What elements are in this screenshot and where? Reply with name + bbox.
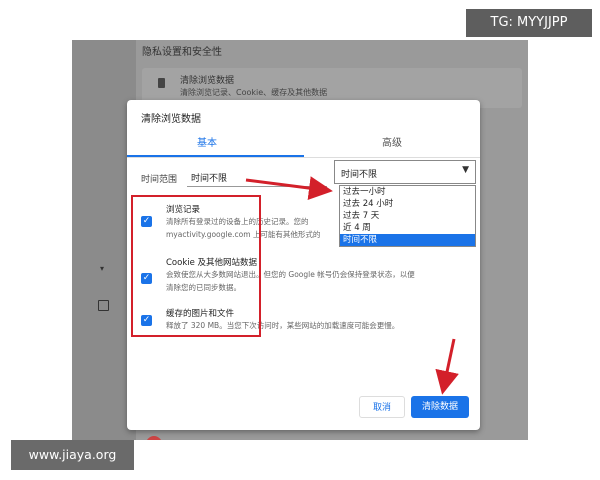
clear-data-row-title: 清除浏览数据 — [180, 76, 235, 86]
cancel-button[interactable]: 取消 — [359, 396, 405, 418]
clear-data-button[interactable]: 清除数据 — [411, 396, 469, 418]
option-past-4-weeks[interactable]: 近 4 周 — [340, 222, 475, 234]
dropdown-options: 过去一小时 过去 24 小时 过去 7 天 近 4 周 时间不限 — [339, 185, 476, 247]
tab-basic[interactable]: 基本 — [197, 134, 217, 149]
option-past-24-hours[interactable]: 过去 24 小时 — [340, 198, 475, 210]
active-tab-indicator — [127, 155, 304, 157]
clear-data-row-subtitle: 清除浏览记录、Cookie、缓存及其他数据 — [180, 88, 328, 97]
privacy-section-title: 隐私设置和安全性 — [142, 47, 222, 58]
external-link-icon — [98, 300, 109, 311]
time-range-select[interactable]: 时间不限 — [187, 166, 327, 187]
dialog-title: 清除浏览数据 — [141, 114, 201, 125]
time-range-label: 时间范围 — [141, 175, 178, 185]
option-past-hour[interactable]: 过去一小时 — [340, 186, 475, 198]
option-past-7-days[interactable]: 过去 7 天 — [340, 210, 475, 222]
annotation-highlight-box — [131, 195, 261, 337]
caret-down-icon: ▼ — [462, 165, 469, 175]
chevron-down-icon: ▾ — [100, 264, 105, 273]
time-range-value: 时间不限 — [191, 174, 228, 184]
watermark-bottom-left: www.jiaya.org — [11, 440, 134, 470]
watermark-top-right: TG: MYYJJPP — [466, 9, 592, 37]
dropdown-value: 时间不限 — [341, 170, 378, 180]
tab-advanced[interactable]: 高级 — [382, 134, 402, 149]
tab-divider — [127, 157, 480, 158]
trash-icon — [158, 78, 165, 88]
option-all-time[interactable]: 时间不限 — [340, 234, 475, 246]
time-range-dropdown[interactable]: 时间不限 ▼ — [334, 160, 476, 184]
